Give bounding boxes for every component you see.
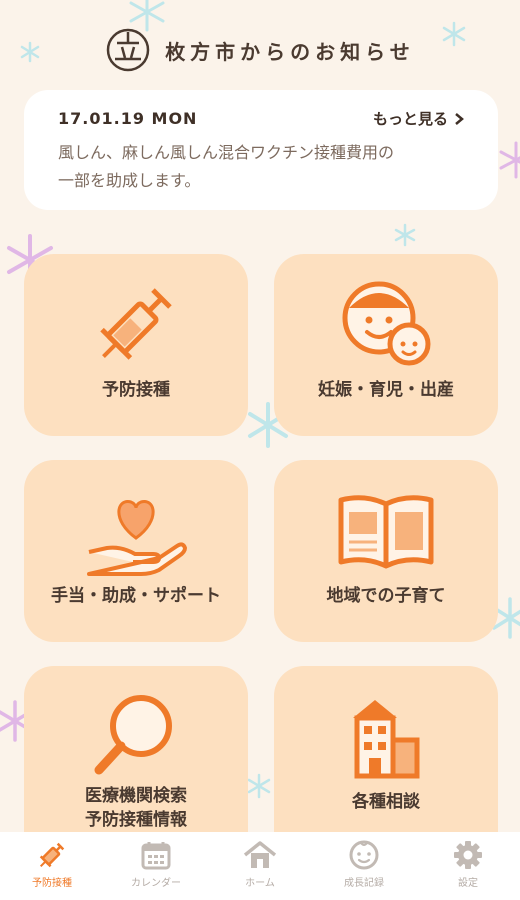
heart-hand-icon (87, 500, 187, 576)
tile-label: 医療機関検索 予防接種情報 (24, 784, 248, 832)
tile-label-line: 医療機関検索 (85, 786, 187, 806)
tile-label: 予防接種 (102, 380, 170, 400)
tile-medical-search[interactable]: 医療機関検索 予防接種情報 (24, 666, 248, 832)
tab-vaccination[interactable]: 予防接種 (0, 832, 104, 900)
tile-consultations[interactable]: 各種相談 (274, 666, 498, 832)
tab-label: 予防接種 (32, 878, 72, 889)
tile-pregnancy-childcare[interactable]: 妊娠・育児・出産 (274, 254, 498, 436)
tab-label: 成長記録 (344, 878, 384, 889)
tile-label: 手当・助成・サポート (51, 586, 221, 606)
open-book-icon (338, 495, 434, 569)
bottom-tab-bar: 予防接種 カレンダー ホーム 成長記録 設定 (0, 832, 520, 900)
tile-label: 地域での子育て (326, 586, 446, 606)
magnifier-icon (94, 695, 172, 775)
tab-label: 設定 (458, 878, 478, 889)
news-card[interactable]: 17.01.19 MON もっと見る 風しん、麻しん風しん混合ワクチン接種費用の… (24, 90, 498, 210)
news-text-line: 風しん、麻しん風しん混合ワクチン接種費用の (58, 143, 395, 162)
tab-label: カレンダー (131, 878, 181, 889)
more-link[interactable]: もっと見る (373, 108, 464, 129)
syringe-icon (100, 288, 172, 360)
hirakata-city-logo (106, 28, 150, 72)
snowflake-icon (247, 773, 271, 799)
header-title: 枚方市からのお知らせ (165, 39, 415, 64)
tile-label: 各種相談 (352, 792, 420, 812)
tab-settings[interactable]: 設定 (416, 832, 520, 900)
tab-label: ホーム (245, 878, 275, 889)
tile-community-childcare[interactable]: 地域での子育て (274, 460, 498, 642)
gear-icon (454, 841, 482, 869)
tile-label-line: 予防接種情報 (85, 810, 187, 830)
building-icon (353, 700, 420, 779)
home-icon (243, 841, 277, 868)
snowflake-icon (394, 223, 416, 247)
syringe-icon (39, 842, 65, 868)
tab-home[interactable]: ホーム (208, 832, 312, 900)
chevron-right-icon (455, 112, 464, 125)
app-header: 枚方市からのお知らせ (0, 18, 520, 82)
tile-vaccination[interactable]: 予防接種 (24, 254, 248, 436)
tile-label: 妊娠・育児・出産 (318, 380, 454, 400)
news-text-line: 一部を助成します。 (58, 171, 201, 190)
tab-calendar[interactable]: カレンダー (104, 832, 208, 900)
more-link-label: もっと見る (372, 110, 448, 128)
news-date: 17.01.19 MON (58, 109, 198, 128)
mother-baby-icon (342, 281, 431, 366)
calendar-icon (141, 842, 171, 870)
tile-allowances-support[interactable]: 手当・助成・サポート (24, 460, 248, 642)
baby-face-icon (349, 840, 379, 870)
news-text: 風しん、麻しん風しん混合ワクチン接種費用の 一部を助成します。 (58, 139, 464, 195)
tab-growth-record[interactable]: 成長記録 (312, 832, 416, 900)
snowflake-icon (499, 141, 520, 179)
